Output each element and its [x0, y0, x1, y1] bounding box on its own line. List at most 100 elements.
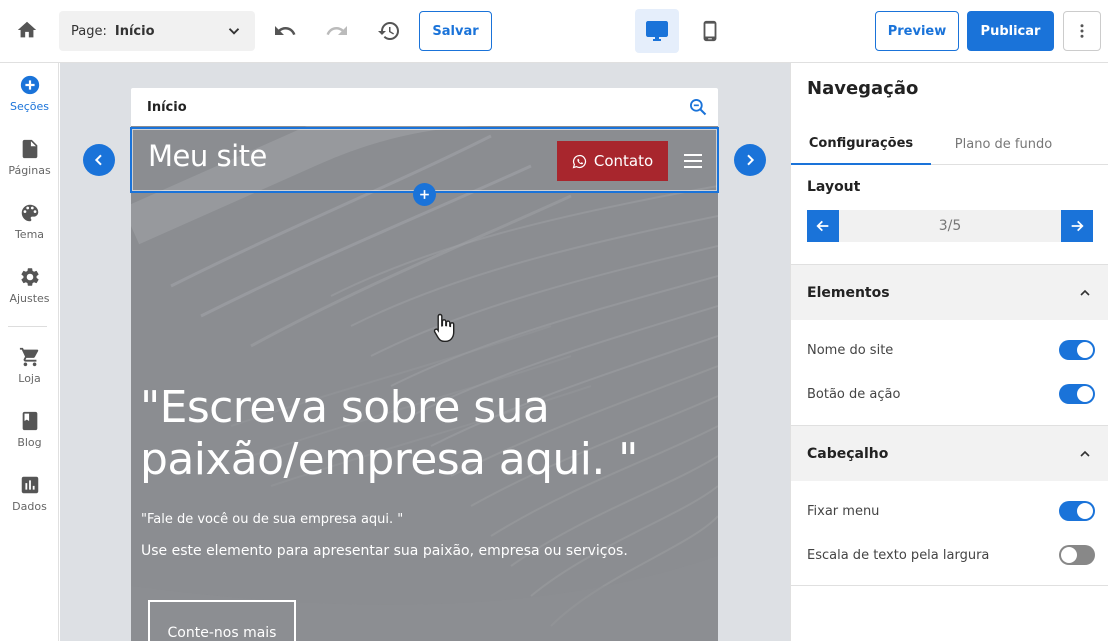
hero-subtitle[interactable]: "Fale de você ou de sua empresa aqui. ": [141, 512, 403, 527]
top-toolbar: Page: Início Salvar Preview Publicar: [0, 0, 1108, 63]
chevron-down-icon: [228, 28, 240, 35]
next-layout-button[interactable]: [734, 144, 766, 176]
contact-button[interactable]: Contato: [557, 141, 668, 181]
editor-canvas: Início "Escreva sobre sua paixão/empresa…: [60, 63, 790, 641]
section-title: Cabeçalho: [807, 445, 889, 462]
panel-title: Navegação: [807, 78, 919, 99]
whatsapp-icon: [572, 154, 586, 168]
sidebar-item-loja[interactable]: Loja: [0, 346, 59, 385]
plus-circle-icon: [20, 75, 39, 95]
history-button[interactable]: [370, 11, 408, 51]
arrow-left-icon: [816, 220, 829, 232]
page-selector-prefix: Page:: [71, 23, 107, 39]
save-button[interactable]: Salvar: [419, 11, 492, 51]
undo-button[interactable]: [266, 11, 304, 51]
sidebar-item-label: Seções: [9, 100, 50, 113]
mobile-icon: [703, 20, 717, 42]
hero-description[interactable]: Use este elemento para apresentar sua pa…: [141, 543, 628, 559]
mobile-view-button[interactable]: [688, 9, 732, 53]
site-name[interactable]: Meu site: [148, 139, 267, 173]
add-section-button[interactable]: [413, 183, 436, 206]
vertical-dots-icon: [1080, 24, 1084, 38]
section-header-elementos[interactable]: Elementos: [791, 264, 1108, 320]
section-title: Elementos: [807, 284, 890, 301]
sidebar-item-label: Blog: [17, 436, 42, 449]
preview-page-name: Início: [147, 99, 187, 115]
contact-button-label: Contato: [593, 152, 654, 170]
option-botao-de-acao: Botão de ação: [807, 382, 1095, 406]
redo-button[interactable]: [318, 11, 356, 51]
panel-tabs: Configurações Plano de fundo: [791, 123, 1108, 165]
sidebar-item-label: Páginas: [8, 164, 51, 177]
hero-cta-button[interactable]: Conte-nos mais: [148, 600, 296, 641]
sidebar-item-label: Dados: [12, 500, 47, 513]
file-icon: [22, 139, 37, 159]
toggle-knob: [1077, 386, 1093, 402]
sidebar-item-tema[interactable]: Tema: [0, 202, 59, 241]
layout-prev-button[interactable]: [807, 210, 839, 242]
section-header-cabecalho[interactable]: Cabeçalho: [791, 425, 1108, 481]
toggle-knob: [1077, 503, 1093, 519]
toggle-knob: [1077, 342, 1093, 358]
sidebar-item-label: Loja: [18, 372, 41, 385]
chevron-up-icon: [1080, 450, 1090, 457]
option-label: Escala de texto pela largura: [807, 547, 990, 563]
redo-icon: [326, 26, 347, 35]
option-label: Nome do site: [807, 342, 894, 358]
toggle-nome-do-site[interactable]: [1059, 340, 1095, 360]
zoom-out-icon: [690, 99, 707, 116]
publish-button[interactable]: Publicar: [967, 11, 1054, 51]
desktop-view-button[interactable]: [635, 9, 679, 53]
more-options-button[interactable]: [1063, 11, 1101, 51]
home-icon: [17, 21, 37, 38]
option-nome-do-site: Nome do site: [807, 338, 1095, 362]
home-button[interactable]: [8, 11, 46, 49]
layout-next-button[interactable]: [1061, 210, 1093, 242]
toggle-knob: [1061, 547, 1077, 563]
gear-icon: [20, 268, 39, 286]
sidebar-item-label: Tema: [14, 228, 45, 241]
sidebar-item-label: Ajustes: [9, 292, 50, 305]
sidebar-item-ajustes[interactable]: Ajustes: [0, 266, 59, 305]
cart-icon: [19, 347, 38, 367]
sidebar-item-secoes[interactable]: Seções: [0, 74, 59, 113]
properties-panel: Navegação Configurações Plano de fundo L…: [790, 63, 1108, 641]
plus-icon: [420, 190, 429, 199]
zoom-out-button[interactable]: [688, 97, 708, 117]
chevron-left-icon: [94, 154, 102, 166]
toggle-fixar-menu[interactable]: [1059, 501, 1095, 521]
bar-chart-icon: [21, 476, 38, 494]
history-icon: [378, 22, 399, 41]
preview-button[interactable]: Preview: [875, 11, 959, 51]
hamburger-menu-icon[interactable]: [681, 149, 705, 173]
hand-cursor-icon: [433, 313, 455, 342]
preview-page-bar: Início: [131, 88, 718, 126]
tab-configuracoes[interactable]: Configurações: [791, 123, 931, 165]
undo-icon: [275, 26, 296, 35]
page-selector[interactable]: Page: Início: [59, 11, 255, 51]
panel-divider: [791, 585, 1108, 586]
option-label: Botão de ação: [807, 386, 901, 402]
previous-layout-button[interactable]: [83, 144, 115, 176]
palette-icon: [21, 204, 38, 222]
page-selector-value: Início: [114, 23, 155, 39]
option-fixar-menu: Fixar menu: [807, 499, 1095, 523]
desktop-icon: [646, 21, 668, 41]
book-icon: [22, 411, 37, 431]
toggle-botao-de-acao[interactable]: [1059, 384, 1095, 404]
option-label: Fixar menu: [807, 503, 880, 519]
sidebar-item-blog[interactable]: Blog: [0, 410, 59, 449]
arrow-right-icon: [1071, 220, 1084, 232]
toggle-escala-de-texto[interactable]: [1059, 545, 1095, 565]
chevron-up-icon: [1080, 289, 1090, 296]
tab-plano-de-fundo[interactable]: Plano de fundo: [931, 123, 1076, 165]
option-escala-de-texto: Escala de texto pela largura: [807, 543, 1095, 567]
sidebar-divider: [8, 326, 47, 327]
layout-label: Layout: [807, 179, 861, 195]
layout-stepper: 3/5: [807, 210, 1093, 242]
sidebar-item-dados[interactable]: Dados: [0, 474, 59, 513]
left-sidebar: Seções Páginas Tema Ajustes Loja Blog Da…: [0, 63, 59, 641]
hero-title[interactable]: "Escreva sobre sua paixão/empresa aqui. …: [140, 382, 710, 486]
sidebar-item-paginas[interactable]: Páginas: [0, 138, 59, 177]
chevron-right-icon: [747, 154, 755, 166]
